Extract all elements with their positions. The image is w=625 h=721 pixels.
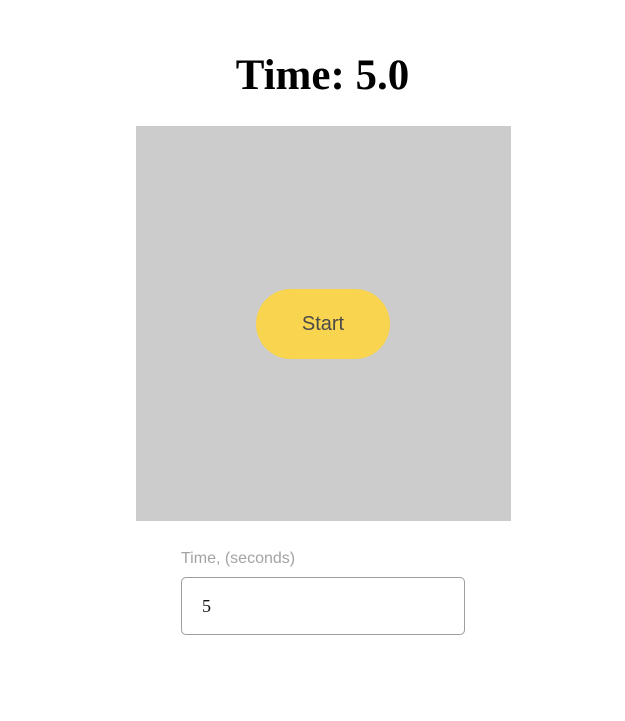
start-button[interactable]: Start bbox=[256, 289, 390, 359]
game-area[interactable]: Start bbox=[136, 126, 511, 521]
timer-title: Time: 5.0 bbox=[235, 52, 410, 99]
time-field-label: Time, (seconds) bbox=[181, 550, 296, 567]
time-input[interactable] bbox=[181, 577, 465, 635]
